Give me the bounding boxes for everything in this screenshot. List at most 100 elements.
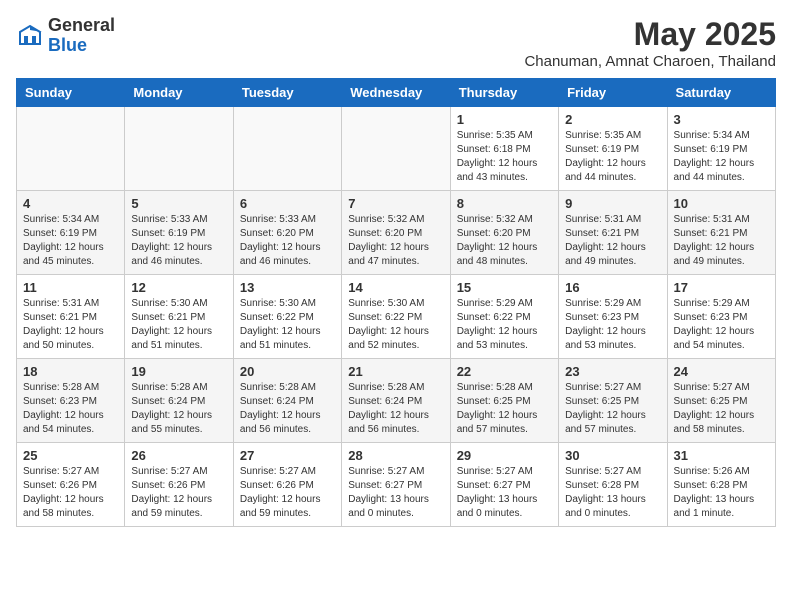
calendar-cell: 24Sunrise: 5:27 AMSunset: 6:25 PMDayligh… [667, 359, 775, 443]
cell-content: Sunrise: 5:35 AMSunset: 6:18 PMDaylight:… [457, 129, 552, 185]
day-number: 16 [565, 280, 660, 295]
calendar-cell: 3 Sunrise: 5:34 AMSunset: 6:19 PMDaylight… [667, 107, 775, 191]
cell-content: Sunrise: 5:27 AMSunset: 6:26 PMDaylight:… [23, 465, 118, 521]
logo-blue: Blue [48, 36, 115, 56]
calendar-cell: 7Sunrise: 5:32 AMSunset: 6:20 PMDaylight… [342, 191, 450, 275]
day-number: 10 [674, 196, 769, 211]
day-number: 26 [131, 448, 226, 463]
cell-content: Sunrise: 5:28 AMSunset: 6:24 PMDaylight:… [240, 381, 335, 437]
calendar-header-sunday: Sunday [17, 79, 125, 107]
calendar-header-row: SundayMondayTuesdayWednesdayThursdayFrid… [17, 79, 776, 107]
day-number: 13 [240, 280, 335, 295]
title-block: May 2025 Chanuman, Amnat Charoen, Thaila… [524, 16, 776, 70]
cell-content: Sunrise: 5:27 AMSunset: 6:26 PMDaylight:… [131, 465, 226, 521]
cell-content: Sunrise: 5:31 AMSunset: 6:21 PMDaylight:… [674, 213, 769, 269]
calendar-header-monday: Monday [125, 79, 233, 107]
logo: General Blue [16, 16, 115, 56]
cell-content: Sunrise: 5:30 AMSunset: 6:22 PMDaylight:… [348, 297, 443, 353]
calendar-cell: 16Sunrise: 5:29 AMSunset: 6:23 PMDayligh… [559, 275, 667, 359]
calendar-cell: 26 Sunrise: 5:27 AMSunset: 6:26 PMDayligh… [125, 443, 233, 527]
calendar-cell: 10 Sunrise: 5:31 AMSunset: 6:21 PMDayligh… [667, 191, 775, 275]
day-number: 18 [23, 364, 118, 379]
day-number: 5 [131, 196, 226, 211]
calendar-header-tuesday: Tuesday [233, 79, 341, 107]
day-number: 22 [457, 364, 552, 379]
calendar-cell [342, 107, 450, 191]
day-number: 14 [348, 280, 443, 295]
calendar-header-thursday: Thursday [450, 79, 558, 107]
calendar-week-row: 18Sunrise: 5:28 AMSunset: 6:23 PMDayligh… [17, 359, 776, 443]
day-number: 17 [674, 280, 769, 295]
cell-content: Sunrise: 5:28 AMSunset: 6:24 PMDaylight:… [348, 381, 443, 437]
calendar-cell: 21 Sunrise: 5:28 AMSunset: 6:24 PMDayligh… [342, 359, 450, 443]
calendar-cell: 23 Sunrise: 5:27 AMSunset: 6:25 PMDayligh… [559, 359, 667, 443]
day-number: 2 [565, 112, 660, 127]
day-number: 9 [565, 196, 660, 211]
calendar-cell: 2Sunrise: 5:35 AMSunset: 6:19 PMDaylight… [559, 107, 667, 191]
cell-content: Sunrise: 5:33 AMSunset: 6:20 PMDaylight:… [240, 213, 335, 269]
logo-general: General [48, 16, 115, 36]
calendar-cell: 9Sunrise: 5:31 AMSunset: 6:21 PMDaylight… [559, 191, 667, 275]
cell-content: Sunrise: 5:30 AMSunset: 6:21 PMDaylight:… [131, 297, 226, 353]
day-number: 1 [457, 112, 552, 127]
calendar-cell [17, 107, 125, 191]
cell-content: Sunrise: 5:34 AMSunset: 6:19 PMDaylight:… [674, 129, 769, 185]
cell-content: Sunrise: 5:33 AMSunset: 6:19 PMDaylight:… [131, 213, 226, 269]
day-number: 24 [674, 364, 769, 379]
calendar-cell: 13 Sunrise: 5:30 AMSunset: 6:22 PMDayligh… [233, 275, 341, 359]
calendar-cell [125, 107, 233, 191]
calendar-cell: 12 Sunrise: 5:30 AMSunset: 6:21 PMDayligh… [125, 275, 233, 359]
calendar-header-wednesday: Wednesday [342, 79, 450, 107]
cell-content: Sunrise: 5:29 AMSunset: 6:22 PMDaylight:… [457, 297, 552, 353]
cell-content: Sunrise: 5:28 AMSunset: 6:25 PMDaylight:… [457, 381, 552, 437]
cell-content: Sunrise: 5:27 AMSunset: 6:26 PMDaylight:… [240, 465, 335, 521]
cell-content: Sunrise: 5:28 AMSunset: 6:24 PMDaylight:… [131, 381, 226, 437]
day-number: 21 [348, 364, 443, 379]
day-number: 20 [240, 364, 335, 379]
day-number: 4 [23, 196, 118, 211]
calendar-cell: 19 Sunrise: 5:28 AMSunset: 6:24 PMDayligh… [125, 359, 233, 443]
logo-text: General Blue [48, 16, 115, 56]
day-number: 30 [565, 448, 660, 463]
calendar-cell: 22 Sunrise: 5:28 AMSunset: 6:25 PMDayligh… [450, 359, 558, 443]
calendar-cell: 17 Sunrise: 5:29 AMSunset: 6:23 PMDayligh… [667, 275, 775, 359]
calendar-cell: 18Sunrise: 5:28 AMSunset: 6:23 PMDayligh… [17, 359, 125, 443]
day-number: 8 [457, 196, 552, 211]
cell-content: Sunrise: 5:27 AMSunset: 6:27 PMDaylight:… [348, 465, 443, 521]
month-year-title: May 2025 [524, 16, 776, 53]
cell-content: Sunrise: 5:27 AMSunset: 6:28 PMDaylight:… [565, 465, 660, 521]
calendar-cell: 1 Sunrise: 5:35 AMSunset: 6:18 PMDaylight… [450, 107, 558, 191]
page-header: General Blue May 2025 Chanuman, Amnat Ch… [16, 16, 776, 70]
day-number: 25 [23, 448, 118, 463]
logo-icon [16, 22, 44, 50]
calendar-week-row: 11 Sunrise: 5:31 AMSunset: 6:21 PMDayligh… [17, 275, 776, 359]
day-number: 28 [348, 448, 443, 463]
day-number: 11 [23, 280, 118, 295]
day-number: 27 [240, 448, 335, 463]
cell-content: Sunrise: 5:27 AMSunset: 6:25 PMDaylight:… [565, 381, 660, 437]
day-number: 23 [565, 364, 660, 379]
calendar-cell: 11 Sunrise: 5:31 AMSunset: 6:21 PMDayligh… [17, 275, 125, 359]
day-number: 12 [131, 280, 226, 295]
cell-content: Sunrise: 5:30 AMSunset: 6:22 PMDaylight:… [240, 297, 335, 353]
calendar-cell: 14 Sunrise: 5:30 AMSunset: 6:22 PMDayligh… [342, 275, 450, 359]
cell-content: Sunrise: 5:26 AMSunset: 6:28 PMDaylight:… [674, 465, 769, 521]
calendar-cell: 4 Sunrise: 5:34 AMSunset: 6:19 PMDaylight… [17, 191, 125, 275]
cell-content: Sunrise: 5:32 AMSunset: 6:20 PMDaylight:… [348, 213, 443, 269]
cell-content: Sunrise: 5:32 AMSunset: 6:20 PMDaylight:… [457, 213, 552, 269]
calendar-cell: 27 Sunrise: 5:27 AMSunset: 6:26 PMDayligh… [233, 443, 341, 527]
calendar-cell: 28 Sunrise: 5:27 AMSunset: 6:27 PMDayligh… [342, 443, 450, 527]
cell-content: Sunrise: 5:27 AMSunset: 6:27 PMDaylight:… [457, 465, 552, 521]
day-number: 3 [674, 112, 769, 127]
calendar-header-saturday: Saturday [667, 79, 775, 107]
cell-content: Sunrise: 5:29 AMSunset: 6:23 PMDaylight:… [674, 297, 769, 353]
day-number: 29 [457, 448, 552, 463]
day-number: 19 [131, 364, 226, 379]
calendar-cell: 30 Sunrise: 5:27 AMSunset: 6:28 PMDayligh… [559, 443, 667, 527]
calendar-cell: 29 Sunrise: 5:27 AMSunset: 6:27 PMDayligh… [450, 443, 558, 527]
calendar-cell: 5 Sunrise: 5:33 AMSunset: 6:19 PMDaylight… [125, 191, 233, 275]
cell-content: Sunrise: 5:31 AMSunset: 6:21 PMDaylight:… [23, 297, 118, 353]
cell-content: Sunrise: 5:34 AMSunset: 6:19 PMDaylight:… [23, 213, 118, 269]
calendar-week-row: 4 Sunrise: 5:34 AMSunset: 6:19 PMDaylight… [17, 191, 776, 275]
calendar-cell: 8 Sunrise: 5:32 AMSunset: 6:20 PMDaylight… [450, 191, 558, 275]
